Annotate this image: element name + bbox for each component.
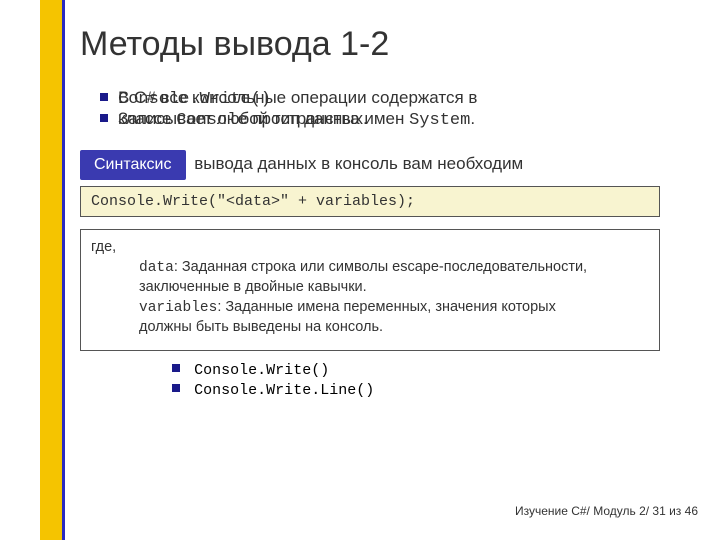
where-vars-text2: должны быть выведены на консоль.	[139, 318, 649, 338]
fg-line1: Console.Write()	[100, 88, 271, 109]
code-band: Console.Write("<data>" + variables);	[80, 186, 660, 217]
content-area: В C# все консольные операции содержатся …	[80, 88, 660, 399]
method-2: Console.Write.Line()	[194, 382, 374, 399]
where-data-text: : Заданная строка или символы escape-пос…	[174, 259, 587, 275]
list-item: Console.Write.Line()	[172, 381, 660, 399]
where-box: где, data: Заданная строка или символы e…	[80, 229, 660, 351]
overlap-block: В C# все консольные операции содержатся …	[100, 88, 660, 134]
slide: Методы вывода 1-2 В C# все консольные оп…	[0, 0, 720, 540]
syntax-block: Синтаксис вывода данных в консоль вам не…	[80, 150, 660, 217]
methods-list: Console.Write() Console.Write.Line()	[172, 361, 660, 399]
syntax-label: Синтаксис	[80, 150, 186, 180]
where-data-key: data	[139, 260, 174, 276]
syntax-trail: вывода данных в консоль вам необходим	[190, 154, 524, 173]
where-data-text2: заключенные в двойные кавычки.	[139, 278, 649, 298]
fg-l2-text: Записывает любой тип данных.	[118, 109, 368, 128]
list-item: Console.Write()	[172, 361, 660, 379]
fg-line2: Записывает любой тип данных.	[100, 109, 368, 129]
bg-l2-c: .	[470, 109, 475, 128]
accent-bar	[40, 0, 62, 540]
accent-line	[62, 0, 65, 540]
fg-l1-mono: Console.Write()	[118, 90, 271, 109]
where-vars-key: variables	[139, 300, 217, 316]
bullet-icon	[172, 384, 180, 392]
slide-title: Методы вывода 1-2	[80, 25, 660, 64]
method-1: Console.Write()	[194, 362, 329, 379]
footer-text: Изучение C#/ Модуль 2/ 31 из 46	[515, 504, 698, 518]
bg-l2-mono2: System	[409, 111, 470, 130]
bullet-icon	[172, 364, 180, 372]
bullet-icon	[100, 114, 108, 122]
where-vars-text: : Заданные имена переменных, значения ко…	[217, 299, 556, 315]
where-lead: где,	[91, 239, 116, 255]
